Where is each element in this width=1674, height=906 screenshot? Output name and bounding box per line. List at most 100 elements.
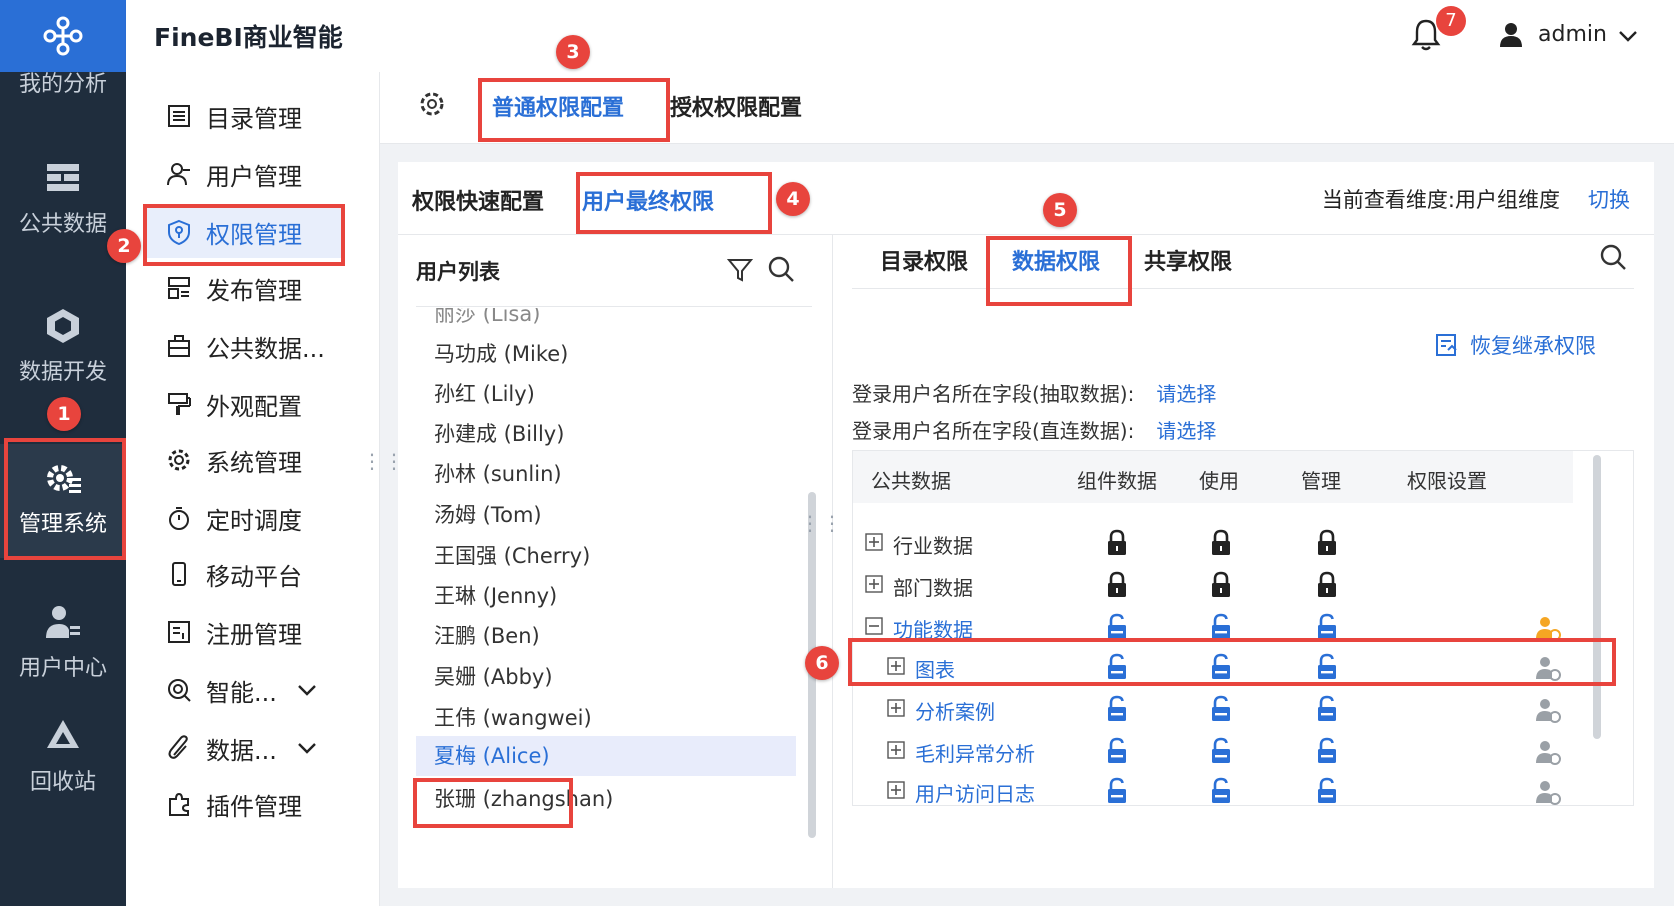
data-link-icon xyxy=(168,735,188,759)
menu-item-register[interactable]: 注册管理 xyxy=(166,612,302,652)
lock-closed-icon[interactable] xyxy=(1315,529,1339,557)
grid-row[interactable]: 部门数据 xyxy=(853,565,1573,605)
list-item[interactable]: 孙建成 (Billy) xyxy=(434,418,564,448)
lock-open-icon[interactable] xyxy=(1315,695,1339,723)
annotation-box-selected-user xyxy=(413,778,573,828)
lock-closed-icon[interactable] xyxy=(1209,571,1233,599)
menu-item-appearance[interactable]: 外观配置 xyxy=(166,384,302,424)
row-label[interactable]: 毛利异常分析 xyxy=(915,738,1035,767)
list-item[interactable]: 孙红 (Lily) xyxy=(434,378,535,408)
collapse-minus-icon[interactable] xyxy=(865,617,883,635)
sidebar-item-public-data[interactable]: 公共数据 xyxy=(0,158,126,238)
menu-item-plugin[interactable]: 插件管理 xyxy=(166,784,302,824)
list-item-selected[interactable]: 夏梅 (Alice) xyxy=(416,736,796,776)
grid-scrollbar[interactable] xyxy=(1593,455,1601,739)
row-label[interactable]: 行业数据 xyxy=(893,530,973,559)
permission-setting-icon[interactable] xyxy=(1535,739,1561,765)
data-dev-icon xyxy=(47,309,79,343)
restore-icon xyxy=(1436,334,1457,356)
lock-open-icon[interactable] xyxy=(1105,777,1129,805)
expand-plus-icon[interactable] xyxy=(887,741,905,759)
menu-item-timer[interactable]: 定时调度 xyxy=(166,498,302,538)
list-item[interactable]: 吴姗 (Abby) xyxy=(434,661,553,691)
sidebar-item-data-dev[interactable]: 数据开发 xyxy=(0,306,126,386)
list-item[interactable]: 汪鹏 (Ben) xyxy=(434,620,540,650)
dimension-text: 当前查看维度:用户组维度 xyxy=(1321,188,1560,212)
menu-item-user[interactable]: 用户管理 xyxy=(166,154,302,194)
menu-item-publish[interactable]: 发布管理 xyxy=(166,268,302,308)
chevron-down-icon[interactable] xyxy=(295,736,319,760)
restore-label: 恢复继承权限 xyxy=(1470,334,1596,358)
lock-open-icon[interactable] xyxy=(1105,613,1129,641)
filter-icon[interactable] xyxy=(726,256,754,284)
publish-icon xyxy=(168,277,190,299)
chevron-down-icon[interactable] xyxy=(295,678,319,702)
menu-item-public-data[interactable]: 公共数据... xyxy=(166,326,325,366)
menu-item-label: 注册管理 xyxy=(206,620,302,649)
list-item[interactable]: 王国强 (Cherry) xyxy=(434,540,590,570)
expand-plus-icon[interactable] xyxy=(865,575,883,593)
col-component-data: 组件数据 xyxy=(1077,469,1157,493)
sidebar-item-my-analysis[interactable]: 我的分析 xyxy=(0,66,126,98)
lock-open-icon[interactable] xyxy=(1209,737,1233,765)
sidebar-item-user-center[interactable]: 用户中心 xyxy=(0,602,126,682)
lock-open-icon[interactable] xyxy=(1105,737,1129,765)
tab-catalog-permission[interactable]: 目录权限 xyxy=(880,244,968,276)
finebi-logo[interactable] xyxy=(0,0,126,72)
list-item[interactable]: 汤姆 (Tom) xyxy=(434,499,542,529)
list-item[interactable]: 孙林 (sunlin) xyxy=(434,458,562,488)
tab-quick-config[interactable]: 权限快速配置 xyxy=(412,184,544,216)
field-extract-label: 登录用户名所在字段(抽取数据): xyxy=(852,382,1135,406)
grid-row[interactable]: 用户访问日志 xyxy=(853,771,1573,805)
list-item[interactable]: 马功成 (Mike) xyxy=(434,338,568,368)
lock-open-icon[interactable] xyxy=(1209,695,1233,723)
menu-item-label: 数据... xyxy=(206,736,277,765)
lock-closed-icon[interactable] xyxy=(1105,571,1129,599)
right-tabs-divider xyxy=(852,288,1634,289)
grid-row[interactable]: 分析案例 xyxy=(853,689,1573,729)
expand-plus-icon[interactable] xyxy=(887,781,905,799)
lock-open-icon[interactable] xyxy=(1105,695,1129,723)
sidebar-item-label: 公共数据 xyxy=(18,212,107,237)
user-avatar-icon[interactable] xyxy=(1498,22,1524,48)
permission-setting-icon[interactable] xyxy=(1535,779,1561,805)
lock-open-icon[interactable] xyxy=(1209,613,1233,641)
grid-row[interactable]: 行业数据 xyxy=(853,523,1573,563)
lock-open-icon[interactable] xyxy=(1315,737,1339,765)
settings-gear-icon[interactable] xyxy=(416,88,448,120)
field-extract-select[interactable]: 请选择 xyxy=(1156,382,1216,406)
expand-plus-icon[interactable] xyxy=(865,533,883,551)
sidebar-item-recycle[interactable]: 回收站 xyxy=(0,716,126,796)
user-name[interactable]: admin xyxy=(1538,22,1607,47)
restore-inherit-button[interactable]: 恢复继承权限 xyxy=(1434,330,1596,360)
search-icon[interactable] xyxy=(766,254,796,284)
row-label[interactable]: 部门数据 xyxy=(893,572,973,601)
menu-item-mobile[interactable]: 移动平台 xyxy=(166,554,302,594)
list-item[interactable]: 王琳 (Jenny) xyxy=(434,580,557,610)
lock-closed-icon[interactable] xyxy=(1209,529,1233,557)
tab-grant-permission[interactable]: 授权权限配置 xyxy=(670,90,802,122)
list-item-partial[interactable]: 丽莎 (Lisa) xyxy=(434,308,540,328)
search-icon[interactable] xyxy=(1598,242,1628,272)
expand-plus-icon[interactable] xyxy=(887,699,905,717)
grid-row[interactable]: 毛利异常分析 xyxy=(853,731,1573,771)
lock-closed-icon[interactable] xyxy=(1105,529,1129,557)
panel-resize-handle[interactable]: ⋮⋮ xyxy=(800,513,844,533)
switch-dimension-link[interactable]: 切换 xyxy=(1588,184,1630,214)
lock-open-icon[interactable] xyxy=(1209,777,1233,805)
menu-item-system[interactable]: 系统管理 xyxy=(166,440,302,480)
chevron-down-icon[interactable] xyxy=(1616,24,1640,48)
annotation-box-admin-system xyxy=(4,438,126,560)
permission-setting-icon[interactable] xyxy=(1535,697,1561,723)
row-label[interactable]: 用户访问日志 xyxy=(915,778,1035,805)
lock-open-icon[interactable] xyxy=(1315,613,1339,641)
lock-open-icon[interactable] xyxy=(1315,777,1339,805)
list-item[interactable]: 王伟 (wangwei) xyxy=(434,702,592,732)
lock-closed-icon[interactable] xyxy=(1315,571,1339,599)
menu-item-data-link[interactable]: 数据... xyxy=(166,728,319,768)
field-direct-select[interactable]: 请选择 xyxy=(1156,419,1216,443)
row-label[interactable]: 分析案例 xyxy=(915,696,995,725)
menu-item-smart[interactable]: 智能... xyxy=(166,670,319,710)
tab-share-permission[interactable]: 共享权限 xyxy=(1144,244,1232,276)
menu-item-catalog[interactable]: 目录管理 xyxy=(166,96,302,136)
